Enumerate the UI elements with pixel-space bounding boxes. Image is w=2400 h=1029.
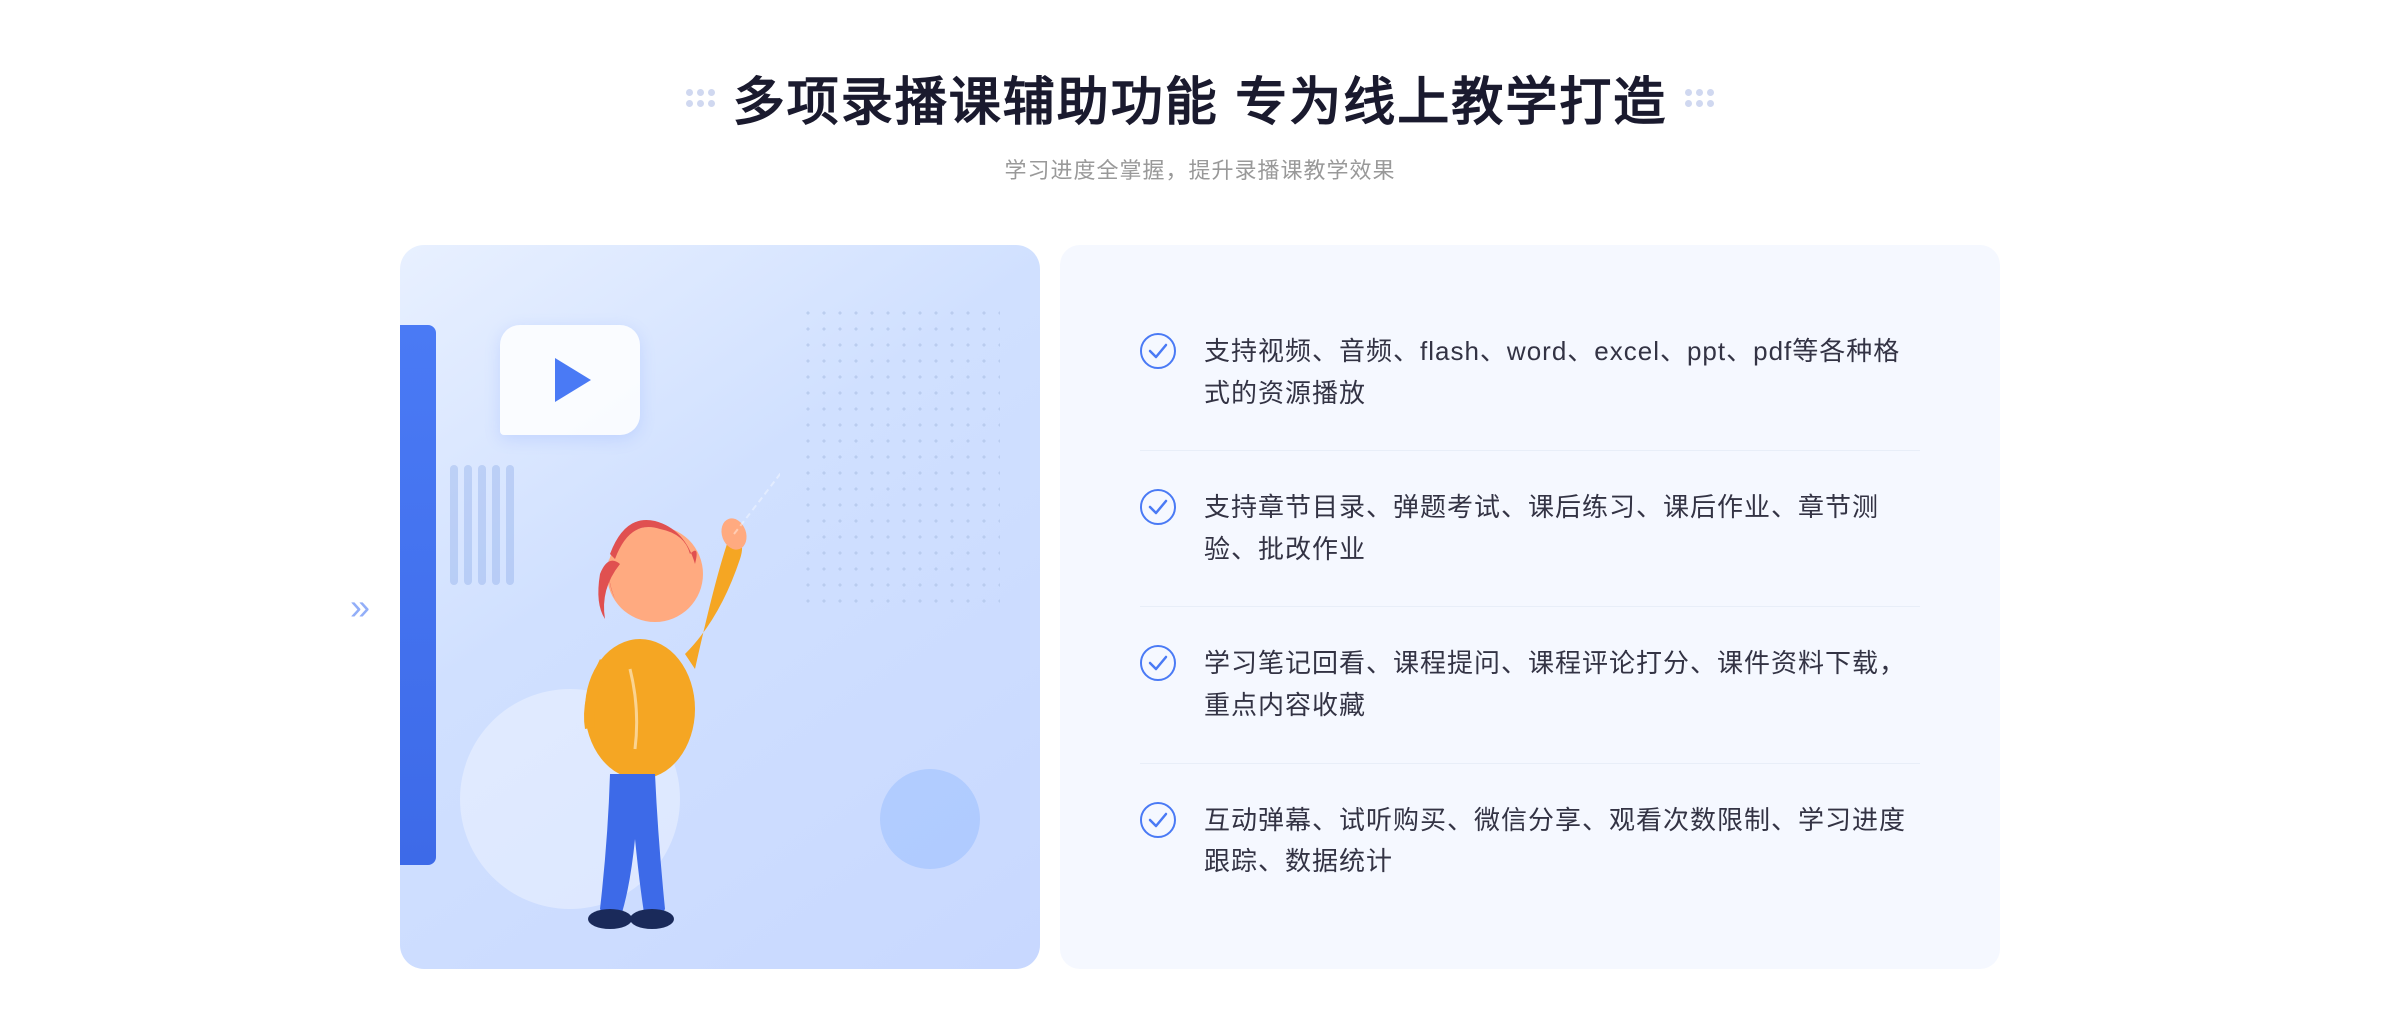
feature-text-1: 支持视频、音频、flash、word、excel、ppt、pdf等各种格式的资源… (1204, 331, 1920, 414)
feature-text-4: 互动弹幕、试听购买、微信分享、观看次数限制、学习进度跟踪、数据统计 (1204, 800, 1920, 883)
check-icon-4 (1140, 802, 1176, 838)
blue-bar-decoration (400, 325, 436, 865)
title-dots-left (686, 89, 715, 107)
feature-item-4: 互动弹幕、试听购买、微信分享、观看次数限制、学习进度跟踪、数据统计 (1140, 764, 1920, 919)
check-icon-3 (1140, 645, 1176, 681)
title-row: 多项录播课辅助功能 专为线上教学打造 (686, 60, 1714, 135)
dot-grid-left (686, 89, 715, 107)
check-icon-1 (1140, 333, 1176, 369)
illustration-area (400, 245, 1040, 969)
chevron-icon: » (350, 586, 370, 628)
feature-item-3: 学习笔记回看、课程提问、课程评论打分、课件资料下载，重点内容收藏 (1140, 607, 1920, 763)
person-illustration (500, 389, 780, 969)
chevrons-left: » (350, 586, 370, 628)
dot-grid-right (1685, 89, 1714, 107)
page-container: 多项录播课辅助功能 专为线上教学打造 学习进度全掌握，提升录播课教学效果 » (0, 60, 2400, 969)
check-icon-2 (1140, 489, 1176, 525)
page-subtitle: 学习进度全掌握，提升录播课教学效果 (1004, 153, 1395, 185)
content-section: » (400, 245, 2000, 969)
header-section: 多项录播课辅助功能 专为线上教学打造 学习进度全掌握，提升录播课教学效果 (686, 60, 1714, 185)
title-dots-right (1685, 89, 1714, 107)
deco-circle-small (880, 769, 980, 869)
dot-pattern-decoration (800, 305, 1000, 605)
page-title: 多项录播课辅助功能 专为线上教学打造 (733, 60, 1667, 135)
feature-item-2: 支持章节目录、弹题考试、课后练习、课后作业、章节测验、批改作业 (1140, 451, 1920, 607)
feature-text-2: 支持章节目录、弹题考试、课后练习、课后作业、章节测验、批改作业 (1204, 487, 1920, 570)
features-area: 支持视频、音频、flash、word、excel、ppt、pdf等各种格式的资源… (1060, 245, 2000, 969)
feature-text-3: 学习笔记回看、课程提问、课程评论打分、课件资料下载，重点内容收藏 (1204, 643, 1920, 726)
feature-item-1: 支持视频、音频、flash、word、excel、ppt、pdf等各种格式的资源… (1140, 295, 1920, 451)
